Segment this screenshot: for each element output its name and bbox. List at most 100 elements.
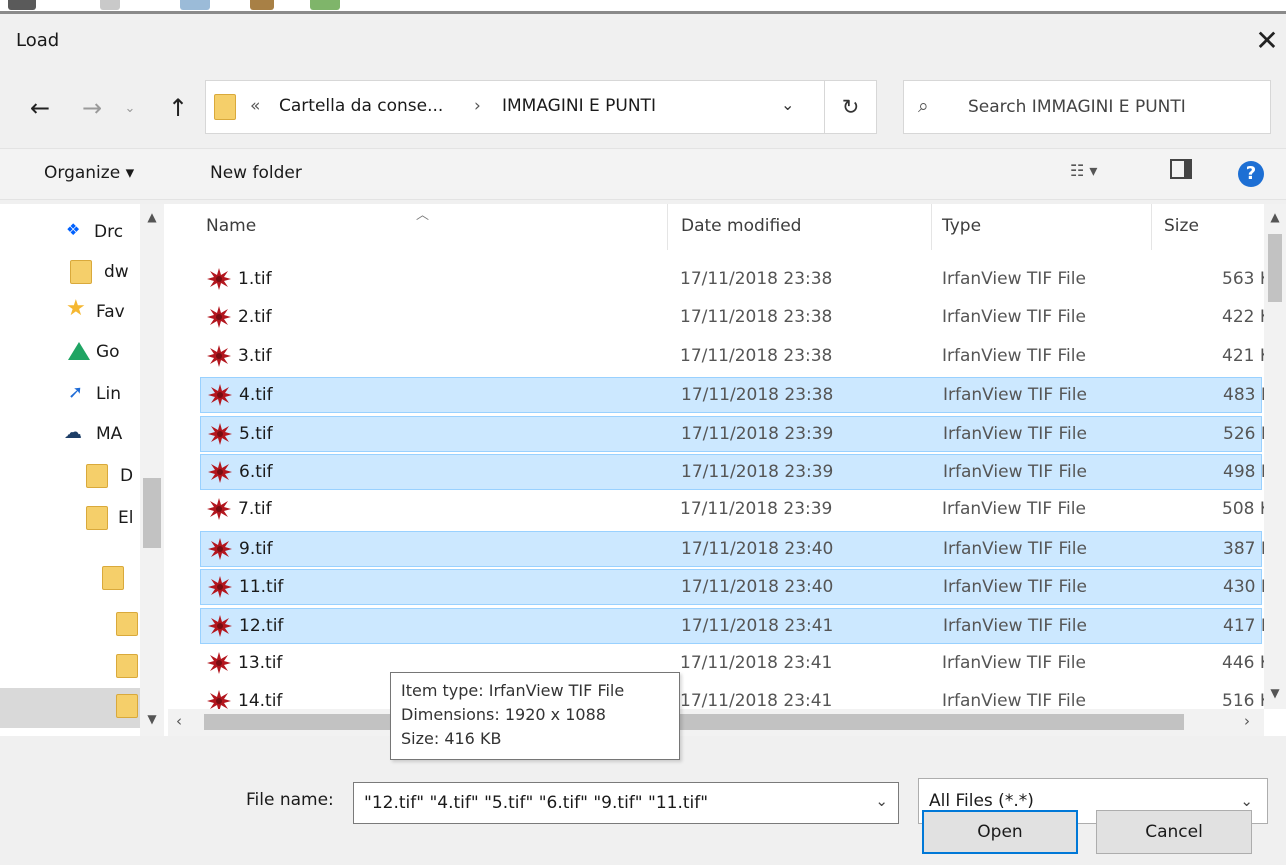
file-list-vertical-scrollbar[interactable]: ▲ ▼ [1264, 204, 1286, 709]
file-name-cell: 3.tif [238, 345, 272, 366]
sidebar-item-favorites[interactable]: ★ Fav [0, 294, 140, 332]
column-header-date[interactable]: Date modified [681, 216, 801, 236]
file-date-cell: 17/11/2018 23:38 [680, 345, 833, 366]
navigation-pane-scrollbar[interactable]: ▲ ▼ [140, 204, 164, 736]
breadcrumb-overflow[interactable]: « [250, 96, 260, 116]
help-icon[interactable]: ? [1238, 161, 1264, 187]
file-name-combobox[interactable]: ⌄ [353, 782, 899, 824]
sidebar-item-folder-selected[interactable] [0, 688, 140, 728]
sidebar-item-google-drive[interactable]: Go [0, 334, 140, 372]
sidebar-item-folder-sub2[interactable] [0, 606, 140, 644]
sidebar-item-link[interactable]: ➚ Lin [0, 376, 140, 414]
scroll-right-icon[interactable]: › [1244, 712, 1250, 730]
scrollbar-thumb[interactable] [1268, 234, 1282, 302]
file-row[interactable]: 5.tif 17/11/2018 23:39 IrfanView TIF File 5… [200, 415, 1284, 452]
back-arrow-icon[interactable]: ← [22, 80, 58, 136]
file-row[interactable]: 9.tif 17/11/2018 23:40 IrfanView TIF File 3… [200, 530, 1284, 567]
sidebar-item-folder-sub3[interactable] [0, 648, 140, 686]
dialog-title: Load [16, 30, 60, 51]
scroll-down-icon[interactable]: ▼ [1264, 686, 1286, 700]
file-row[interactable]: 6.tif 17/11/2018 23:39 IrfanView TIF File 4… [200, 454, 1284, 490]
folder-icon [86, 506, 108, 530]
irfanview-file-icon [206, 496, 232, 522]
file-row[interactable]: 3.tif 17/11/2018 23:38 IrfanView TIF File 4… [200, 339, 1283, 375]
folder-icon [86, 464, 108, 488]
cancel-button[interactable]: Cancel [1096, 810, 1252, 854]
scrollbar-thumb[interactable] [204, 714, 1184, 730]
irfanview-file-icon [206, 650, 232, 676]
file-row[interactable]: 12.tif 17/11/2018 23:41 IrfanView TIF File… [200, 607, 1284, 644]
view-options-icon[interactable]: ☷ ▾ [1070, 161, 1097, 180]
background-taskbar-strip [0, 0, 1286, 14]
file-name-label: File name: [246, 790, 334, 810]
forward-arrow-icon[interactable]: → [74, 80, 110, 136]
file-row[interactable]: 7.tif 17/11/2018 23:39 IrfanView TIF File 5… [200, 492, 1283, 528]
star-icon: ★ [66, 296, 86, 321]
file-type-cell: IrfanView TIF File [943, 462, 1087, 482]
navigation-pane[interactable]: ❖ Drc dw ★ Fav Go ➚ Lin ☁ MA D El ▲ ▼ [0, 204, 168, 736]
file-date-cell: 17/11/2018 23:41 [680, 653, 833, 673]
scroll-up-icon[interactable]: ▲ [1264, 210, 1286, 224]
file-date-cell: 17/11/2018 23:39 [680, 499, 833, 520]
address-bar[interactable]: « Cartella da conse... › IMMAGINI E PUNT… [205, 80, 877, 134]
breadcrumb-separator-icon[interactable]: › [474, 96, 481, 116]
command-bar: Organize ▾ New folder ☷ ▾ ? [0, 148, 1286, 200]
irfanview-file-icon [206, 266, 232, 292]
shortcut-icon: ➚ [68, 382, 84, 403]
close-icon[interactable]: ✕ [1252, 26, 1282, 56]
file-row[interactable]: 4.tif 17/11/2018 23:38 IrfanView TIF File 4… [200, 377, 1284, 414]
new-folder-button[interactable]: New folder [210, 163, 302, 183]
file-list-horizontal-scrollbar[interactable]: ‹ › [168, 709, 1264, 736]
file-name-cell: 2.tif [238, 307, 272, 328]
organize-button[interactable]: Organize ▾ [44, 163, 134, 183]
file-type-cell: IrfanView TIF File [942, 499, 1086, 520]
up-arrow-icon[interactable]: ↑ [160, 80, 196, 136]
scroll-down-icon[interactable]: ▼ [140, 712, 164, 726]
file-name-input[interactable] [362, 789, 862, 817]
file-row[interactable]: 1.tif 17/11/2018 23:38 IrfanView TIF File 5… [200, 262, 1283, 298]
sidebar-item-dw[interactable]: dw [0, 254, 140, 292]
file-type-cell: IrfanView TIF File [942, 653, 1086, 673]
irfanview-file-icon [207, 421, 233, 447]
column-header-type[interactable]: Type [942, 216, 981, 236]
file-type-cell: IrfanView TIF File [942, 345, 1086, 366]
column-header-size[interactable]: Size [1164, 216, 1199, 236]
scroll-left-icon[interactable]: ‹ [176, 712, 182, 730]
open-button[interactable]: Open [922, 810, 1078, 854]
sidebar-item-folder-sub1[interactable] [0, 560, 140, 598]
folder-icon [116, 654, 138, 678]
file-name-dropdown-chevron-icon[interactable]: ⌄ [875, 792, 888, 810]
breadcrumb-segment-parent[interactable]: Cartella da conse... [279, 96, 443, 116]
file-name-cell: 13.tif [238, 653, 283, 673]
preview-pane-icon[interactable] [1170, 159, 1192, 179]
sidebar-item-onedrive[interactable]: ☁ MA [0, 416, 140, 454]
sidebar-item-dropbox[interactable]: ❖ Drc [0, 214, 140, 252]
scrollbar-thumb[interactable] [143, 478, 161, 548]
search-input[interactable] [966, 91, 1256, 123]
search-box[interactable]: ⌕ [903, 80, 1271, 134]
irfanview-file-icon [207, 574, 233, 600]
file-row[interactable]: 11.tif 17/11/2018 23:40 IrfanView TIF File… [200, 569, 1284, 606]
file-name-cell: 7.tif [238, 499, 272, 520]
irfanview-file-icon [207, 459, 233, 485]
file-row[interactable]: 2.tif 17/11/2018 23:38 IrfanView TIF File 4… [200, 300, 1283, 336]
column-header-name[interactable]: Name [206, 216, 256, 236]
refresh-icon[interactable]: ↻ [824, 81, 876, 133]
sidebar-item-folder-d[interactable]: D [0, 458, 140, 496]
file-type-cell: IrfanView TIF File [942, 269, 1086, 289]
irfanview-file-icon [207, 536, 233, 562]
irfanview-file-icon [207, 613, 233, 639]
recent-locations-chevron-icon[interactable]: ⌄ [118, 80, 142, 136]
file-list[interactable]: ︿ Name Date modified Type Size 1.tif 17/1… [168, 204, 1286, 736]
folder-icon [102, 566, 124, 590]
breadcrumb-segment-current[interactable]: IMMAGINI E PUNTI [502, 96, 656, 116]
sidebar-item-folder-el[interactable]: El [0, 500, 140, 538]
address-dropdown-chevron-icon[interactable]: ⌄ [781, 95, 794, 114]
file-name-cell: 9.tif [239, 538, 273, 559]
sort-ascending-icon: ︿ [416, 208, 430, 223]
file-info-tooltip: Item type: IrfanView TIF File Dimensions… [390, 672, 680, 760]
file-date-cell: 17/11/2018 23:41 [681, 615, 834, 636]
scroll-up-icon[interactable]: ▲ [140, 210, 164, 224]
file-row[interactable]: 13.tif 17/11/2018 23:41 IrfanView TIF File… [200, 646, 1283, 682]
tooltip-dimensions: Dimensions: 1920 x 1088 [401, 705, 606, 724]
